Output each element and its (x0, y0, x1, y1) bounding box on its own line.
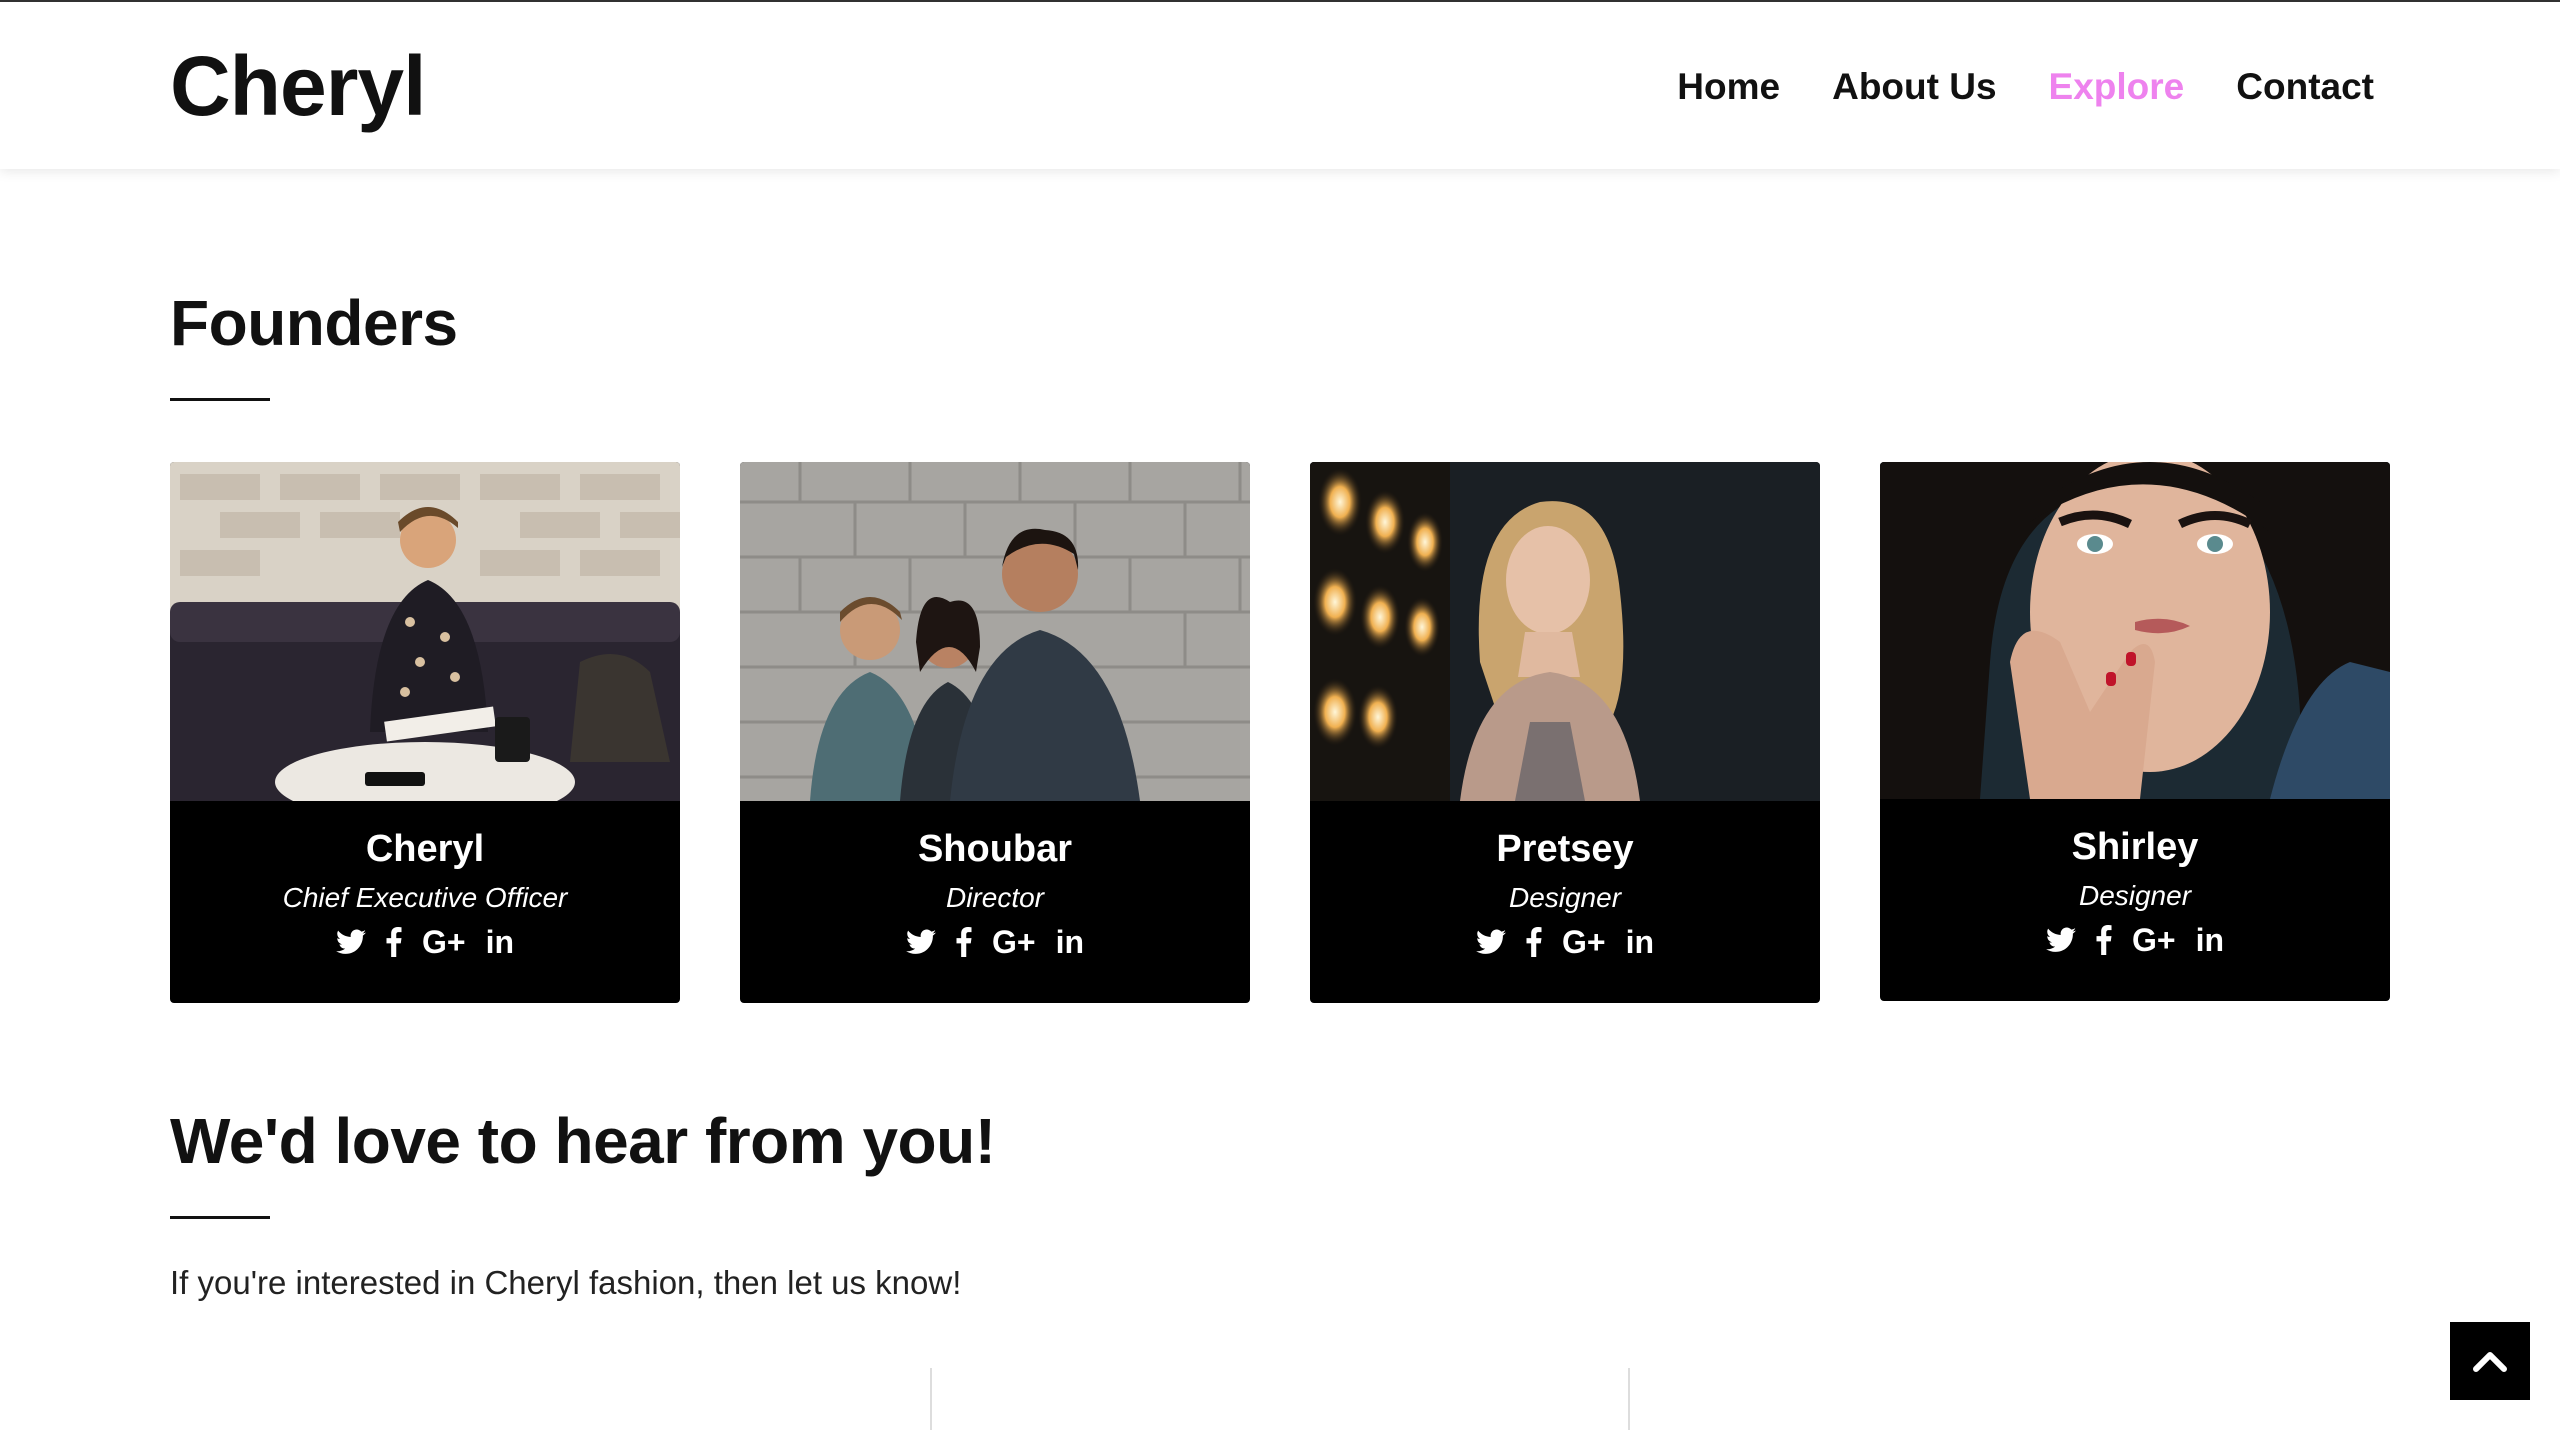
social-links: G+ in (740, 926, 1250, 958)
founder-card: Pretsey Designer G+ in (1310, 462, 1820, 1003)
twitter-icon[interactable] (335, 929, 366, 955)
founders-title: Founders (170, 287, 458, 359)
column-divider (930, 1368, 932, 1430)
founder-photo (740, 462, 1250, 801)
founder-photo (1310, 462, 1820, 801)
founder-photo (170, 462, 680, 801)
founder-role: Designer (2078, 880, 2192, 911)
facebook-icon[interactable] (386, 927, 402, 957)
twitter-icon[interactable] (1475, 929, 1506, 955)
social-links: G+ in (170, 926, 680, 958)
twitter-icon[interactable] (2045, 927, 2076, 953)
contact-title-rule (170, 1216, 270, 1219)
linkedin-icon[interactable]: in (1626, 926, 1654, 958)
founder-card: Shirley Designer G+ in (1880, 462, 2390, 1001)
facebook-icon[interactable] (2096, 925, 2112, 955)
founder-role: Chief Executive Officer (282, 882, 568, 913)
founder-card: Shoubar Director G+ in (740, 462, 1250, 1003)
contact-intro: If you're interested in Cheryl fashion, … (170, 1264, 962, 1301)
navbar: Cheryl Home About Us Explore Contact (0, 2, 2560, 169)
social-links: G+ in (1310, 926, 1820, 958)
nav-home[interactable]: Home (1677, 66, 1780, 108)
column-divider (1628, 1368, 1630, 1430)
founder-photo (1880, 462, 2390, 799)
chevron-up-icon (2473, 1352, 2507, 1372)
brand-logo[interactable]: Cheryl (170, 38, 426, 135)
founder-name: Pretsey (1496, 828, 1634, 870)
google-plus-icon[interactable]: G+ (2132, 924, 2176, 956)
google-plus-icon[interactable]: G+ (422, 926, 466, 958)
facebook-icon[interactable] (1526, 927, 1542, 957)
founder-name: Shoubar (917, 828, 1073, 870)
linkedin-icon[interactable]: in (1056, 926, 1084, 958)
founders-title-rule (170, 398, 270, 401)
nav-explore[interactable]: Explore (2049, 66, 2185, 108)
google-plus-icon[interactable]: G+ (1562, 926, 1606, 958)
founder-role: Director (945, 882, 1044, 913)
nav-about-us[interactable]: About Us (1832, 66, 1996, 108)
linkedin-icon[interactable]: in (486, 926, 514, 958)
founder-name: Shirley (2071, 826, 2199, 868)
founder-name: Cheryl (365, 828, 485, 870)
contact-title: We'd love to hear from you! (170, 1105, 996, 1177)
social-links: G+ in (1880, 924, 2390, 956)
google-plus-icon[interactable]: G+ (992, 926, 1036, 958)
facebook-icon[interactable] (956, 927, 972, 957)
scroll-to-top-button[interactable] (2450, 1322, 2530, 1400)
founder-role: Designer (1508, 882, 1622, 913)
founder-card: Cheryl Chief Executive Officer G+ in (170, 462, 680, 1003)
twitter-icon[interactable] (905, 929, 936, 955)
linkedin-icon[interactable]: in (2196, 924, 2224, 956)
nav-contact[interactable]: Contact (2236, 66, 2374, 108)
nav-menu: Home About Us Explore Contact (1677, 66, 2374, 108)
